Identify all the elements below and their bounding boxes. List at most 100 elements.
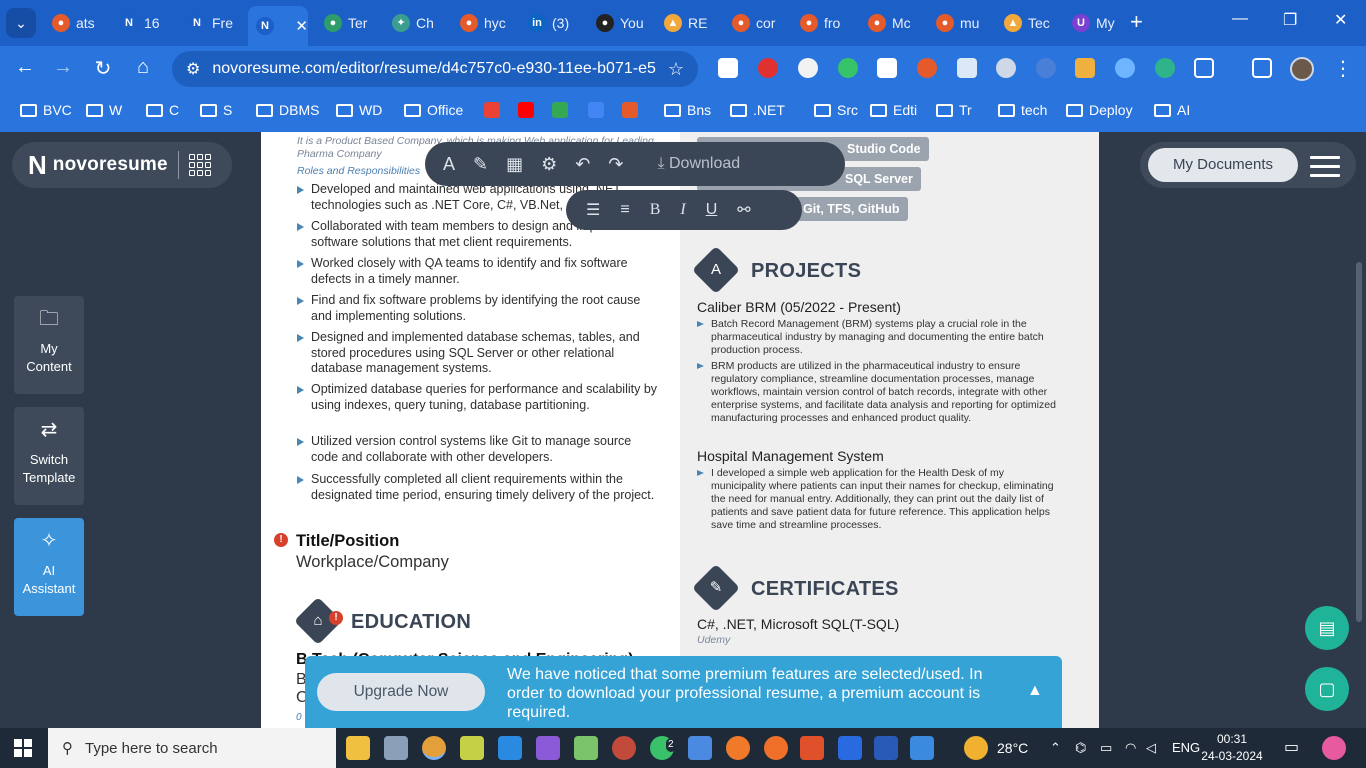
bookmark-folder[interactable]: S xyxy=(200,102,232,118)
education-date[interactable]: 0 xyxy=(296,712,302,723)
address-bar[interactable]: ⚙ novoresume.com/editor/resume/d4c757c0-… xyxy=(172,51,698,87)
copilot-icon[interactable] xyxy=(1322,736,1346,760)
font-icon[interactable]: A xyxy=(443,154,455,175)
upgrade-now-button[interactable]: Upgrade Now xyxy=(317,673,485,711)
bookmark-item[interactable] xyxy=(484,102,500,118)
back-button[interactable]: ← xyxy=(12,56,38,79)
taskbar-app-icon[interactable] xyxy=(384,736,408,760)
bookmark-folder[interactable]: W xyxy=(86,102,122,118)
bookmark-item[interactable] xyxy=(518,102,534,118)
browser-tab[interactable]: ● ats xyxy=(44,6,108,40)
bookmark-item[interactable] xyxy=(552,102,568,118)
browser-tab[interactable]: ✦ Ch xyxy=(384,6,448,40)
warning-icon[interactable]: ! xyxy=(274,533,288,547)
browser-tab[interactable]: ● cor xyxy=(724,6,788,40)
experience-bullet[interactable]: Optimized database queries for performan… xyxy=(297,382,657,413)
roles-label[interactable]: Roles and Responsibilities xyxy=(297,165,420,177)
extension-screen-icon[interactable] xyxy=(877,58,897,78)
bookmark-item[interactable] xyxy=(622,102,638,118)
switch-template-button[interactable]: ⇄ Switch Template xyxy=(14,407,84,505)
taskbar-app-icon[interactable] xyxy=(574,736,598,760)
postman-icon[interactable] xyxy=(764,736,788,760)
extension-red-icon[interactable] xyxy=(758,58,778,78)
project-title[interactable]: Caliber BRM (05/2022 - Present) xyxy=(697,299,901,315)
chrome-icon[interactable] xyxy=(422,736,446,760)
browser-menu-icon[interactable]: ⋮ xyxy=(1330,56,1356,81)
education-heading[interactable]: EDUCATION xyxy=(351,611,471,634)
redo-icon[interactable]: ↷ xyxy=(608,154,623,175)
browser-tab[interactable]: N 16 xyxy=(112,6,176,40)
bookmark-folder[interactable]: Src xyxy=(814,102,858,118)
browser-tab[interactable]: N ✕ xyxy=(248,6,308,46)
tab-search-button[interactable]: ⌄ xyxy=(6,8,36,38)
title-position[interactable]: Title/Position xyxy=(296,532,399,551)
chat-support-icon[interactable]: ▢ xyxy=(1305,667,1349,711)
firefox-icon[interactable] xyxy=(726,736,750,760)
system-clock[interactable]: 00:31 24-03-2024 xyxy=(1201,731,1262,765)
settings-gear-icon[interactable]: ⚙ xyxy=(541,154,557,175)
browser-tab[interactable]: N Fre xyxy=(180,6,244,40)
project-bullet[interactable]: I developed a simple web application for… xyxy=(697,467,1061,532)
browser-tab[interactable]: ● Mc xyxy=(860,6,924,40)
undo-icon[interactable]: ↶ xyxy=(575,154,590,175)
project-bullet[interactable]: Batch Record Management (BRM) systems pl… xyxy=(697,318,1061,357)
bold-icon[interactable]: B xyxy=(650,201,661,219)
profile-avatar[interactable] xyxy=(1290,57,1314,81)
bookmark-folder[interactable]: tech xyxy=(998,102,1047,118)
browser-tab[interactable]: ● mu xyxy=(928,6,992,40)
workplace-company[interactable]: Workplace/Company xyxy=(296,553,449,572)
tab-close-icon[interactable]: ✕ xyxy=(295,17,308,35)
extension-arrow-icon[interactable] xyxy=(957,58,977,78)
download-button[interactable]: ⤓ Download xyxy=(657,155,740,173)
taskbar-app-icon[interactable] xyxy=(838,736,862,760)
tray-overflow-icon[interactable]: ⌃ xyxy=(1050,728,1061,768)
novoresume-logo[interactable]: N novoresume xyxy=(12,142,232,188)
certificate-title[interactable]: C#, .NET, Microsoft SQL(T-SQL) xyxy=(697,616,899,632)
browser-tab[interactable]: ● fro xyxy=(792,6,856,40)
experience-bullet[interactable]: Worked closely with QA teams to identify… xyxy=(297,256,657,287)
close-window-button[interactable]: ✕ xyxy=(1334,10,1347,30)
browser-tab[interactable]: U My xyxy=(1064,6,1128,40)
color-picker-icon[interactable]: ✎ xyxy=(473,154,488,175)
education-warning-icon[interactable]: ! xyxy=(329,611,343,625)
weather-icon[interactable] xyxy=(964,736,988,760)
align-left-icon[interactable]: ☰ xyxy=(586,200,600,220)
extension-blue-icon[interactable] xyxy=(1036,58,1056,78)
layout-icon[interactable]: ▦ xyxy=(506,154,523,175)
my-documents-button[interactable]: My Documents xyxy=(1148,148,1298,182)
new-tab-button[interactable]: + xyxy=(1130,10,1143,34)
ai-assistant-button[interactable]: ✧ AI Assistant xyxy=(14,518,84,616)
bookmark-folder[interactable]: BVC xyxy=(20,102,72,118)
projects-heading[interactable]: PROJECTS xyxy=(751,260,861,283)
project-title[interactable]: Hospital Management System xyxy=(697,448,884,464)
collapse-banner-icon[interactable]: ▲ xyxy=(1027,682,1043,700)
extension-green-icon[interactable] xyxy=(838,58,858,78)
experience-bullet[interactable]: Find and fix software problems by identi… xyxy=(297,293,657,324)
taskbar-app-icon[interactable] xyxy=(688,736,712,760)
network-icon[interactable]: ⌬ xyxy=(1075,728,1086,768)
bookmark-folder[interactable]: Office xyxy=(404,102,463,118)
battery-icon[interactable]: ▭ xyxy=(1100,728,1112,768)
bookmark-folder[interactable]: Deploy xyxy=(1066,102,1133,118)
bookmark-folder[interactable]: Edti xyxy=(870,102,917,118)
extension-shield-icon[interactable] xyxy=(996,58,1016,78)
experience-bullet[interactable]: Utilized version control systems like Gi… xyxy=(297,434,657,465)
wifi-icon[interactable]: ◠ xyxy=(1125,728,1136,768)
side-panel-icon[interactable] xyxy=(1252,58,1272,78)
my-content-button[interactable]: 🗀 My Content xyxy=(14,296,84,394)
weather-temp[interactable]: 28°C xyxy=(997,728,1028,768)
guide-book-icon[interactable]: ▤ xyxy=(1305,606,1349,650)
brave-icon[interactable] xyxy=(800,736,824,760)
extension-stack-icon[interactable] xyxy=(1075,58,1095,78)
browser-tab[interactable]: ● You xyxy=(588,6,652,40)
browser-tab[interactable]: ▲ Tec xyxy=(996,6,1060,40)
maximize-button[interactable]: ❐ xyxy=(1283,10,1297,30)
visual-studio-icon[interactable] xyxy=(536,736,560,760)
vscode-icon[interactable] xyxy=(498,736,522,760)
notification-icon[interactable]: ▭ xyxy=(1284,728,1299,768)
link-icon[interactable]: ⚯ xyxy=(737,200,750,220)
extension-orange-icon[interactable] xyxy=(917,58,937,78)
file-explorer-icon[interactable] xyxy=(346,736,370,760)
browser-tab[interactable]: ● Ter xyxy=(316,6,380,40)
browser-tab[interactable]: in (3) xyxy=(520,6,584,40)
